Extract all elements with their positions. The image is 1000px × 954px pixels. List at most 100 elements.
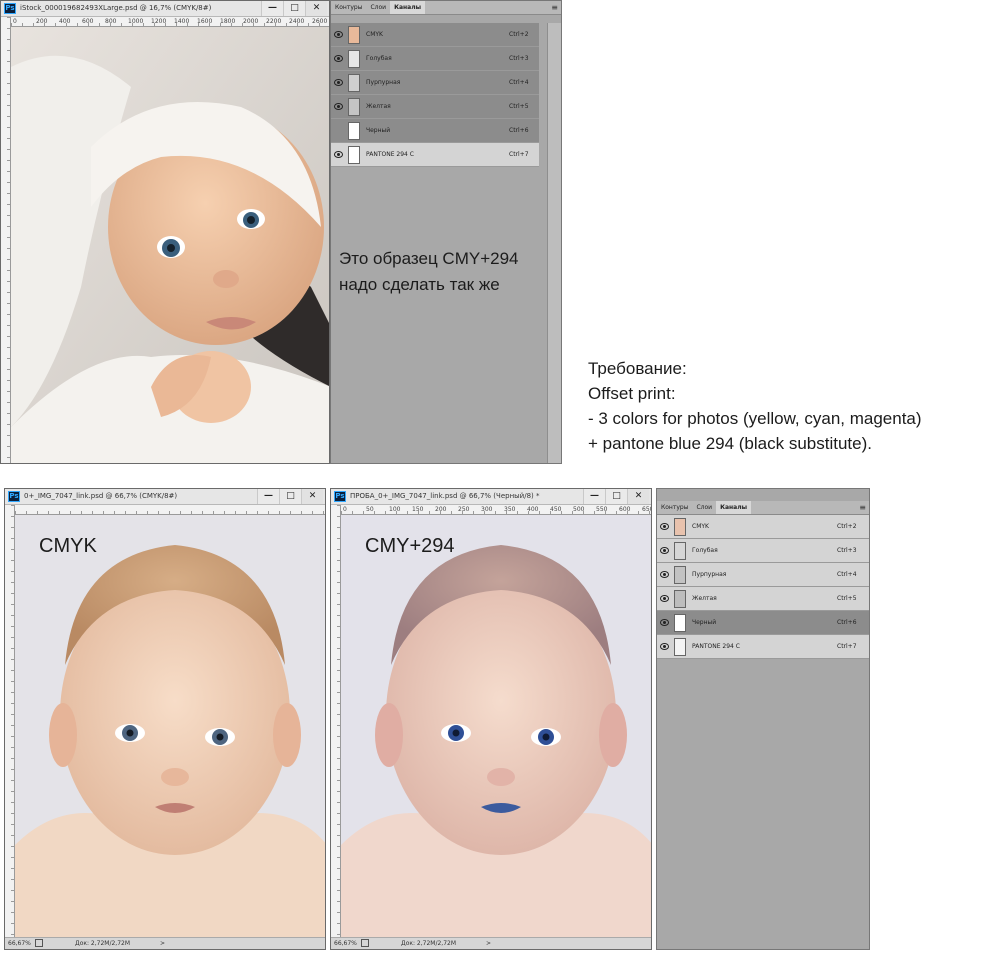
channel-row-pantone-294[interactable]: PANTONE 294 C Ctrl+7 <box>657 635 869 659</box>
title-bar[interactable]: Ps ПРОБА_0+_IMG_7047_link.psd @ 66,7% (Ч… <box>331 489 651 505</box>
cmyk-document-window: Ps 0+_IMG_7047_link.psd @ 66,7% (CMYK/8#… <box>4 488 326 950</box>
horizontal-ruler: 0 50 100 150 200 250 300 350 400 450 500 550 600 650 <box>341 505 651 515</box>
eye-icon[interactable] <box>334 79 343 86</box>
ruler-tick-label: 100 <box>389 506 401 513</box>
document-canvas[interactable]: CMY+294 <box>341 515 651 937</box>
close-button[interactable]: ✕ <box>301 489 323 504</box>
channel-name: Голубая <box>366 55 392 62</box>
ruler-tick-label: 1400 <box>174 18 190 25</box>
channel-thumbnail <box>674 590 686 608</box>
ruler-tick-label: 1200 <box>151 18 167 25</box>
channel-shortcut: Ctrl+5 <box>509 103 529 110</box>
title-bar[interactable]: Ps 0+_IMG_7047_link.psd @ 66,7% (CMYK/8#… <box>5 489 325 505</box>
tab-layers[interactable]: Слои <box>366 1 390 14</box>
eye-icon[interactable] <box>660 619 669 626</box>
channel-thumbnail <box>674 518 686 536</box>
minimize-button[interactable]: — <box>583 489 605 504</box>
vertical-ruler <box>331 505 341 937</box>
document-canvas[interactable]: CMYK <box>15 515 325 937</box>
channel-name: CMYK <box>366 31 383 38</box>
ruler-tick-label: 200 <box>435 506 447 513</box>
channel-name: Черный <box>366 127 391 134</box>
sample-note-line-1: Это образец CMY+294 <box>339 249 519 268</box>
panel-menu-icon[interactable]: ≡ <box>551 2 558 14</box>
document-title: iStock_000019682493XLarge.psd @ 16,7% (C… <box>20 4 212 12</box>
eye-icon[interactable] <box>334 151 343 158</box>
channel-thumbnail <box>348 26 360 44</box>
status-bar: 66,67% Док: 2,72M/2,72M > <box>5 937 325 949</box>
baby-photo-cmy294 <box>11 27 329 463</box>
ruler-tick-label: 650 <box>642 506 651 513</box>
cmyk-label: CMYK <box>39 535 97 557</box>
panel-menu-icon[interactable]: ≡ <box>859 502 866 514</box>
status-menu-arrow[interactable]: > <box>160 938 165 949</box>
panel-tabs: Контуры Слои Каналы <box>331 1 561 15</box>
tab-paths[interactable]: Контуры <box>331 1 366 14</box>
zoom-level[interactable]: 66,67% <box>8 938 31 949</box>
tab-paths[interactable]: Контуры <box>657 501 692 514</box>
window-controls: — □ ✕ <box>261 1 327 16</box>
eye-icon[interactable] <box>334 103 343 110</box>
channel-row-magenta[interactable]: Пурпурная Ctrl+4 <box>657 563 869 587</box>
channel-row-pantone-294[interactable]: PANTONE 294 C Ctrl+7 <box>331 143 539 167</box>
channel-row-magenta[interactable]: Пурпурная Ctrl+4 <box>331 71 539 95</box>
maximize-button[interactable]: □ <box>605 489 627 504</box>
cmy294-label: CMY+294 <box>365 535 455 557</box>
title-bar[interactable]: Ps iStock_000019682493XLarge.psd @ 16,7%… <box>1 1 329 17</box>
channel-row-black[interactable]: Черный Ctrl+6 <box>657 611 869 635</box>
ruler-tick-label: 2400 <box>289 18 305 25</box>
channel-shortcut: Ctrl+4 <box>509 79 529 86</box>
maximize-button[interactable]: □ <box>283 1 305 16</box>
eye-icon[interactable] <box>660 595 669 602</box>
baby-photo-cmyk <box>15 515 325 937</box>
tab-layers[interactable]: Слои <box>692 501 716 514</box>
ruler-tick-label: 350 <box>504 506 516 513</box>
ruler-tick-label: 600 <box>82 18 94 25</box>
ruler-tick-label: 600 <box>619 506 631 513</box>
document-canvas[interactable] <box>11 27 329 463</box>
eye-icon[interactable] <box>334 31 343 38</box>
minimize-button[interactable]: — <box>257 489 279 504</box>
ruler-tick-label: 800 <box>105 18 117 25</box>
maximize-button[interactable]: □ <box>279 489 301 504</box>
status-menu-arrow[interactable]: > <box>486 938 491 949</box>
channel-row-cmyk[interactable]: CMYK Ctrl+2 <box>331 23 539 47</box>
eye-icon[interactable] <box>660 643 669 650</box>
eye-icon[interactable] <box>660 571 669 578</box>
channel-shortcut: Ctrl+7 <box>509 151 529 158</box>
panel-scrollbar[interactable] <box>547 23 561 463</box>
minimize-button[interactable]: — <box>261 1 283 16</box>
ruler-tick-label: 0 <box>13 18 17 25</box>
tab-channels[interactable]: Каналы <box>390 1 426 14</box>
channel-name: PANTONE 294 C <box>366 151 414 158</box>
channel-shortcut: Ctrl+7 <box>837 643 857 650</box>
baby-photo-cmy294-preview <box>341 515 651 937</box>
channel-shortcut: Ctrl+3 <box>837 547 857 554</box>
channel-row-yellow[interactable]: Желтая Ctrl+5 <box>657 587 869 611</box>
channel-row-black[interactable]: Черный Ctrl+6 <box>331 119 539 143</box>
eye-icon[interactable] <box>660 547 669 554</box>
cmy294-document-window: Ps ПРОБА_0+_IMG_7047_link.psd @ 66,7% (Ч… <box>330 488 652 950</box>
channel-row-cyan[interactable]: Голубая Ctrl+3 <box>331 47 539 71</box>
top-document-window: Ps iStock_000019682493XLarge.psd @ 16,7%… <box>0 0 330 464</box>
export-icon[interactable] <box>35 939 43 947</box>
requirement-offset-print: Offset print: <box>588 384 676 403</box>
channel-thumbnail <box>348 50 360 68</box>
channel-row-cyan[interactable]: Голубая Ctrl+3 <box>657 539 869 563</box>
photoshop-logo-icon: Ps <box>334 491 346 502</box>
ruler-tick-label: 450 <box>550 506 562 513</box>
channel-row-cmyk[interactable]: CMYK Ctrl+2 <box>657 515 869 539</box>
ruler-tick-label: 2000 <box>243 18 259 25</box>
export-icon[interactable] <box>361 939 369 947</box>
zoom-level[interactable]: 66,67% <box>334 938 357 949</box>
eye-icon[interactable] <box>660 523 669 530</box>
channel-name: PANTONE 294 C <box>692 643 740 650</box>
eye-icon[interactable] <box>334 55 343 62</box>
close-button[interactable]: ✕ <box>627 489 649 504</box>
close-button[interactable]: ✕ <box>305 1 327 16</box>
ruler-tick-label: 1000 <box>128 18 144 25</box>
channel-thumbnail <box>348 74 360 92</box>
tab-channels[interactable]: Каналы <box>716 501 752 514</box>
ruler-tick-label: 250 <box>458 506 470 513</box>
channel-row-yellow[interactable]: Желтая Ctrl+5 <box>331 95 539 119</box>
